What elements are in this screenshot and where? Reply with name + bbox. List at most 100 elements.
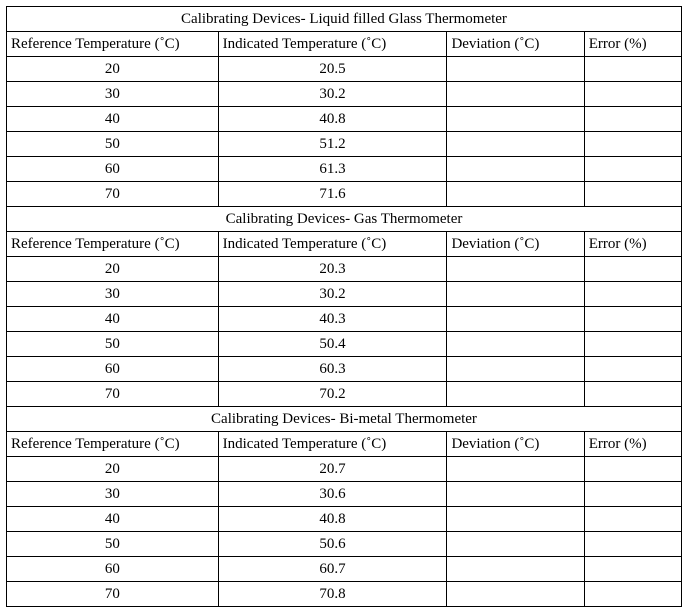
table-row: 6061.3	[7, 157, 682, 182]
cell-dev	[447, 82, 584, 107]
cell-ref: 50	[7, 332, 219, 357]
col-header-ind: Indicated Temperature (˚C)	[218, 232, 447, 257]
cell-err	[584, 482, 681, 507]
cell-dev	[447, 282, 584, 307]
cell-ref: 30	[7, 282, 219, 307]
col-header-err: Error (%)	[584, 232, 681, 257]
cell-dev	[447, 382, 584, 407]
cell-ind: 30.6	[218, 482, 447, 507]
cell-err	[584, 157, 681, 182]
cell-dev	[447, 507, 584, 532]
cell-ref: 70	[7, 582, 219, 607]
cell-dev	[447, 532, 584, 557]
cell-ind: 61.3	[218, 157, 447, 182]
cell-err	[584, 507, 681, 532]
cell-ref: 60	[7, 557, 219, 582]
cell-err	[584, 307, 681, 332]
col-header-dev: Deviation (˚C)	[447, 232, 584, 257]
cell-ref: 20	[7, 257, 219, 282]
cell-ind: 60.3	[218, 357, 447, 382]
cell-err	[584, 107, 681, 132]
cell-dev	[447, 457, 584, 482]
cell-err	[584, 532, 681, 557]
table-row: 4040.3	[7, 307, 682, 332]
col-header-ind: Indicated Temperature (˚C)	[218, 32, 447, 57]
cell-ref: 70	[7, 182, 219, 207]
cell-err	[584, 132, 681, 157]
cell-ind: 70.8	[218, 582, 447, 607]
table-row: 5051.2	[7, 132, 682, 157]
cell-ind: 40.3	[218, 307, 447, 332]
section-title: Calibrating Devices- Bi-metal Thermomete…	[7, 407, 682, 432]
calibration-table: Calibrating Devices- Liquid filled Glass…	[6, 6, 682, 607]
cell-ind: 20.7	[218, 457, 447, 482]
table-row: 3030.2	[7, 282, 682, 307]
cell-dev	[447, 257, 584, 282]
cell-dev	[447, 307, 584, 332]
table-row: 3030.6	[7, 482, 682, 507]
cell-ind: 20.3	[218, 257, 447, 282]
cell-err	[584, 282, 681, 307]
table-row: 5050.6	[7, 532, 682, 557]
cell-ind: 50.6	[218, 532, 447, 557]
cell-err	[584, 257, 681, 282]
col-header-ref: Reference Temperature (˚C)	[7, 32, 219, 57]
cell-ref: 50	[7, 532, 219, 557]
cell-dev	[447, 557, 584, 582]
cell-ind: 51.2	[218, 132, 447, 157]
cell-err	[584, 582, 681, 607]
cell-dev	[447, 182, 584, 207]
cell-ref: 60	[7, 357, 219, 382]
table-row: 4040.8	[7, 507, 682, 532]
cell-ref: 20	[7, 57, 219, 82]
col-header-dev: Deviation (˚C)	[447, 32, 584, 57]
cell-ind: 60.7	[218, 557, 447, 582]
cell-ref: 40	[7, 107, 219, 132]
cell-ref: 60	[7, 157, 219, 182]
cell-err	[584, 557, 681, 582]
cell-dev	[447, 132, 584, 157]
table-row: 3030.2	[7, 82, 682, 107]
cell-dev	[447, 57, 584, 82]
cell-ind: 40.8	[218, 107, 447, 132]
cell-dev	[447, 107, 584, 132]
cell-err	[584, 182, 681, 207]
cell-dev	[447, 357, 584, 382]
table-row: 7070.2	[7, 382, 682, 407]
cell-err	[584, 82, 681, 107]
cell-err	[584, 457, 681, 482]
table-row: 6060.3	[7, 357, 682, 382]
table-row: 2020.5	[7, 57, 682, 82]
section-title: Calibrating Devices- Liquid filled Glass…	[7, 7, 682, 32]
col-header-err: Error (%)	[584, 432, 681, 457]
table-row: 6060.7	[7, 557, 682, 582]
col-header-err: Error (%)	[584, 32, 681, 57]
cell-ref: 50	[7, 132, 219, 157]
cell-err	[584, 382, 681, 407]
col-header-dev: Deviation (˚C)	[447, 432, 584, 457]
cell-err	[584, 357, 681, 382]
cell-dev	[447, 157, 584, 182]
cell-ind: 40.8	[218, 507, 447, 532]
col-header-ref: Reference Temperature (˚C)	[7, 232, 219, 257]
cell-err	[584, 57, 681, 82]
table-row: 7070.8	[7, 582, 682, 607]
cell-dev	[447, 332, 584, 357]
cell-ind: 30.2	[218, 282, 447, 307]
cell-ind: 20.5	[218, 57, 447, 82]
cell-ref: 40	[7, 507, 219, 532]
table-row: 2020.7	[7, 457, 682, 482]
cell-dev	[447, 482, 584, 507]
cell-ind: 30.2	[218, 82, 447, 107]
table-row: 2020.3	[7, 257, 682, 282]
cell-dev	[447, 582, 584, 607]
cell-ref: 30	[7, 482, 219, 507]
cell-ind: 70.2	[218, 382, 447, 407]
cell-ref: 30	[7, 82, 219, 107]
cell-ind: 71.6	[218, 182, 447, 207]
cell-ref: 40	[7, 307, 219, 332]
col-header-ref: Reference Temperature (˚C)	[7, 432, 219, 457]
table-row: 5050.4	[7, 332, 682, 357]
cell-ref: 70	[7, 382, 219, 407]
col-header-ind: Indicated Temperature (˚C)	[218, 432, 447, 457]
